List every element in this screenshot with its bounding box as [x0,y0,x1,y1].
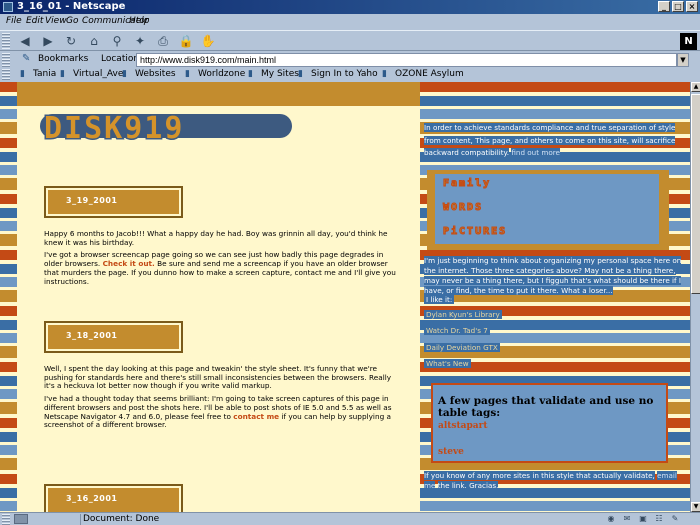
close-button[interactable]: × [686,1,698,12]
status-text: Document: Done [83,514,160,524]
blog-entry: Well, I spent the day looking at this pa… [44,364,399,434]
bookmark-sign-in-yahoo[interactable]: ▮ Sign In to Yaho [298,69,378,79]
status-divider [80,514,81,525]
url-dropdown-icon[interactable]: ▼ [677,53,689,67]
validate-link[interactable]: altstapart [438,421,488,431]
left-stripe-band [0,82,17,512]
bookmark-my-sites[interactable]: ▮ My Sites [248,69,299,79]
navigation-toolbar: ◀ ▶ ↻ ⌂ ⚲ ✦ ⎙ 🔒 ✋ N [0,30,700,51]
bookmark-icon: ▮ [298,69,303,79]
security-status-icon[interactable] [14,514,28,524]
entry-paragraph: Well, I spent the day looking at this pa… [44,364,392,391]
mail-icon[interactable]: ✉ [620,514,634,524]
folder-icon: ▮ [122,69,127,79]
address-book-icon[interactable]: ☷ [652,514,666,524]
scroll-up-icon[interactable]: ▲ [691,82,700,92]
folder-icon: ▮ [185,69,190,79]
personal-toolbar: ▮ Tania ▮ Virtual_Ave ▮ Websites ▮ Worldzone… [0,68,700,82]
check-it-out-link[interactable]: Check it out. [103,259,155,268]
entry-paragraph: Happy 6 months to Jacob!!! What a happy … [44,229,388,247]
security-icon[interactable]: 🔒 [177,33,195,49]
nav-words-link[interactable]: WORDS [442,202,483,214]
bookmark-ozone-asylum[interactable]: ▮ OZONE Asylum [382,69,464,79]
minimize-button[interactable]: _ [658,1,670,12]
sidebar-link[interactable]: What's New [424,359,471,368]
validate-title: A few pages that validate and use no tab… [438,395,654,419]
status-bar: Document: Done ◉ ✉ ▣ ☷ ✎ [0,512,700,525]
page-content: DISK919 3_19_2001 Happy 6 months to Jaco… [0,82,690,512]
composer-icon[interactable]: ✎ [668,514,682,524]
folder-icon: ▮ [248,69,253,79]
menu-help[interactable]: Help [129,16,150,26]
entry-date: 3_19_2001 [66,196,118,205]
date-box: 3_16_2001 [44,484,183,512]
blog-entry: Happy 6 months to Jacob!!! What a happy … [44,229,399,290]
search-icon[interactable]: ⚲ [108,33,126,49]
scroll-thumb[interactable] [691,94,700,294]
menu-bar: File Edit View Go Communicator Help [0,14,700,29]
menu-edit[interactable]: Edit [26,16,43,26]
status-grip[interactable] [2,514,10,525]
forward-icon[interactable]: ▶ [39,33,57,49]
bookmark-tania[interactable]: ▮ Tania [20,69,56,79]
site-logo: DISK919 [42,111,185,146]
entry-paragraph: I've got a browser screencap page going … [44,250,396,286]
vertical-scrollbar[interactable]: ▲ ▼ [690,82,700,512]
nav-family-link[interactable]: Family [442,178,491,190]
nav-pictures-link[interactable]: PiCTURES [442,226,507,238]
personal-grip[interactable] [2,69,10,81]
newsgroups-icon[interactable]: ▣ [636,514,650,524]
validate-link[interactable]: steve [438,447,464,457]
contact-me-link[interactable]: contact me [233,412,279,421]
i-like-label: I like it: [424,295,455,304]
sidebar-intro-2: from content, This page, and others to c… [424,136,676,157]
entry-date: 3_18_2001 [66,331,118,340]
menu-view[interactable]: View [45,16,67,26]
bookmark-virtual-ave[interactable]: ▮ Virtual_Ave [60,69,123,79]
entry-date: 3_16_2001 [66,494,118,503]
nav-panel: Family WORDS PiCTURES [427,170,669,250]
date-box: 3_18_2001 [44,321,183,353]
window-title: 3_16_01 - Netscape [17,1,126,12]
netscape-app-icon [3,2,13,12]
stop-icon[interactable]: ✋ [199,33,217,49]
location-grip[interactable] [2,53,10,67]
sidebar-organize-text: I'm just beginning to think about organi… [424,256,682,295]
date-box: 3_19_2001 [44,186,183,218]
nav-panel-inner: Family WORDS PiCTURES [435,174,659,244]
sidebar-link[interactable]: Daily Deviation GTX [424,343,500,352]
bookmark-icon: ▮ [60,69,65,79]
navigator-icon[interactable]: ◉ [604,514,618,524]
bookmark-worldzone[interactable]: ▮ Worldzone [185,69,245,79]
reload-icon[interactable]: ↻ [62,33,80,49]
sidebar-intro: In order to achieve standards compliance… [424,123,676,132]
bookmark-websites[interactable]: ▮ Websites [122,69,176,79]
toolbar-grip[interactable] [2,33,10,49]
bookmarks-label: Bookmarks [38,54,89,64]
print-icon[interactable]: ⎙ [154,33,172,49]
sidebar-link[interactable]: Dylan Kyun's Library [424,310,502,319]
url-input[interactable]: http://www.disk919.com/main.html [136,53,677,67]
home-icon[interactable]: ⌂ [85,33,103,49]
sidebar-footer: If you know of any more sites in this st… [424,471,677,490]
scroll-down-icon[interactable]: ▼ [691,502,700,512]
bookmark-icon: ▮ [20,69,25,79]
maximize-button[interactable]: □ [672,1,684,12]
netscape-logo-icon[interactable]: N [680,33,697,50]
location-toolbar: ✎ Bookmarks Location: http://www.disk919.… [0,52,700,68]
title-bar: 3_16_01 - Netscape _ □ × [0,0,700,14]
back-icon[interactable]: ◀ [16,33,34,49]
menu-go[interactable]: Go [66,16,78,26]
bookmarks-button[interactable]: ✎ Bookmarks [22,53,89,65]
my-netscape-icon[interactable]: ✦ [131,33,149,49]
sidebar-link[interactable]: Watch Dr. Tad's 7 [424,326,490,335]
entry-paragraph: I've had a thought today that seems bril… [44,394,392,430]
find-out-more-link[interactable]: find out more [511,148,560,157]
validate-box: A few pages that validate and use no tab… [431,383,668,463]
bookmark-icon: ▮ [382,69,387,79]
bookmarks-icon: ✎ [22,53,31,64]
menu-file[interactable]: File [6,16,22,26]
